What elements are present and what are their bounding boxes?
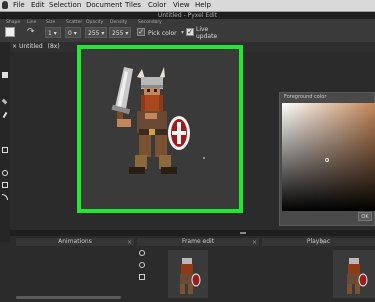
splitter-grip-icon[interactable]: [240, 232, 246, 234]
foreground-ok-button[interactable]: OK: [358, 212, 372, 221]
eraser-tool-icon[interactable]: [1, 98, 8, 105]
boot-right: [161, 167, 177, 174]
live-update-label: Live update: [196, 26, 218, 40]
apple-icon[interactable]: [2, 1, 8, 9]
scatter-label: Scatter: [66, 20, 83, 25]
sprite-canvas[interactable]: [77, 45, 243, 213]
menu-selection[interactable]: Selection: [49, 1, 81, 9]
tab-close-icon[interactable]: ×: [12, 43, 17, 50]
line-label: Line: [27, 20, 37, 25]
animations-panel: [16, 246, 134, 300]
select-tool-icon[interactable]: [2, 147, 8, 153]
magnifier-tool-icon[interactable]: [2, 170, 8, 176]
rectangle-tool-icon[interactable]: [2, 182, 8, 188]
size-label: Size: [46, 20, 56, 25]
fit-icon[interactable]: [139, 274, 145, 280]
frame-edit-preview[interactable]: [168, 250, 208, 298]
pencil-tool-icon[interactable]: [2, 72, 8, 78]
frame-sprite-thumbnail: [180, 258, 201, 294]
cursor-dot: [203, 157, 205, 159]
leg-left: [139, 135, 151, 157]
zoom-in-icon[interactable]: [139, 250, 145, 256]
playback-panel-header: Playbac: [262, 238, 375, 246]
menu-file[interactable]: File: [13, 1, 25, 9]
opacity-label: Opacity: [86, 20, 104, 25]
document-tab-zoom: (8x): [47, 43, 60, 50]
menu-edit[interactable]: Edit: [31, 1, 45, 9]
density-label: Density: [110, 20, 128, 25]
playback-sprite-thumbnail: [347, 258, 368, 294]
live-update-checkbox[interactable]: ✓: [186, 28, 194, 36]
animations-panel-header: Animations: [16, 238, 134, 246]
foreground-color-title: Foreground color: [284, 94, 327, 100]
scatter-field[interactable]: 0 ▾: [65, 27, 81, 38]
arm: [117, 119, 131, 127]
boot-left: [129, 167, 145, 174]
playback-preview[interactable]: [333, 250, 375, 298]
toolbar: Shape Line ↷ Size 1 ▾ Scatter 0 ▾ Opacit…: [0, 19, 375, 43]
menu-bar: File Edit Selection Document Tiles Color…: [0, 0, 375, 12]
color-picker-gradient[interactable]: [282, 103, 375, 211]
size-value: 1: [48, 30, 52, 37]
menu-color[interactable]: Color: [148, 1, 166, 9]
line-tool-icon[interactable]: ↷: [27, 27, 35, 37]
face: [144, 88, 160, 96]
rotate-tool-icon[interactable]: [2, 194, 8, 200]
color-picker-marker[interactable]: [325, 158, 329, 162]
scatter-value: 0: [68, 30, 72, 37]
leg-right: [155, 135, 167, 157]
shape-swatch[interactable]: [5, 27, 15, 37]
density-value: 255: [112, 30, 124, 37]
animations-close-icon[interactable]: ×: [127, 239, 132, 246]
menu-view[interactable]: View: [173, 1, 190, 9]
pick-color-dropdown-icon[interactable]: ▾: [181, 29, 184, 36]
shape-label: Shape: [6, 20, 21, 25]
secondary-label: Secondary: [138, 20, 162, 25]
menu-document[interactable]: Document: [86, 1, 122, 9]
playback-close-icon[interactable]: ×: [320, 239, 325, 246]
animations-scrollbar[interactable]: [16, 296, 121, 299]
tool-strip: [0, 42, 10, 242]
zoom-out-icon[interactable]: [139, 262, 145, 268]
density-field[interactable]: 255 ▾: [109, 27, 131, 38]
menu-help[interactable]: Help: [195, 1, 211, 9]
menu-tiles[interactable]: Tiles: [125, 1, 141, 9]
pick-color-label: Pick color: [148, 30, 177, 37]
window-title: Untitled - Pyxel Edit: [0, 12, 375, 19]
size-field[interactable]: 1 ▾: [45, 27, 61, 38]
opacity-field[interactable]: 255 ▾: [85, 27, 107, 38]
viking-sprite: [111, 67, 190, 174]
opacity-value: 255: [88, 30, 100, 37]
frame-edit-close-icon[interactable]: ×: [252, 239, 257, 246]
frame-edit-panel-header: Frame edit: [137, 238, 259, 246]
brush-tool-icon[interactable]: [2, 111, 8, 119]
secondary-checkbox[interactable]: ✓: [137, 28, 145, 36]
document-tab[interactable]: × Untitled (8x): [12, 43, 60, 50]
panel-splitter[interactable]: [10, 230, 375, 236]
document-tab-label: Untitled: [18, 43, 43, 50]
